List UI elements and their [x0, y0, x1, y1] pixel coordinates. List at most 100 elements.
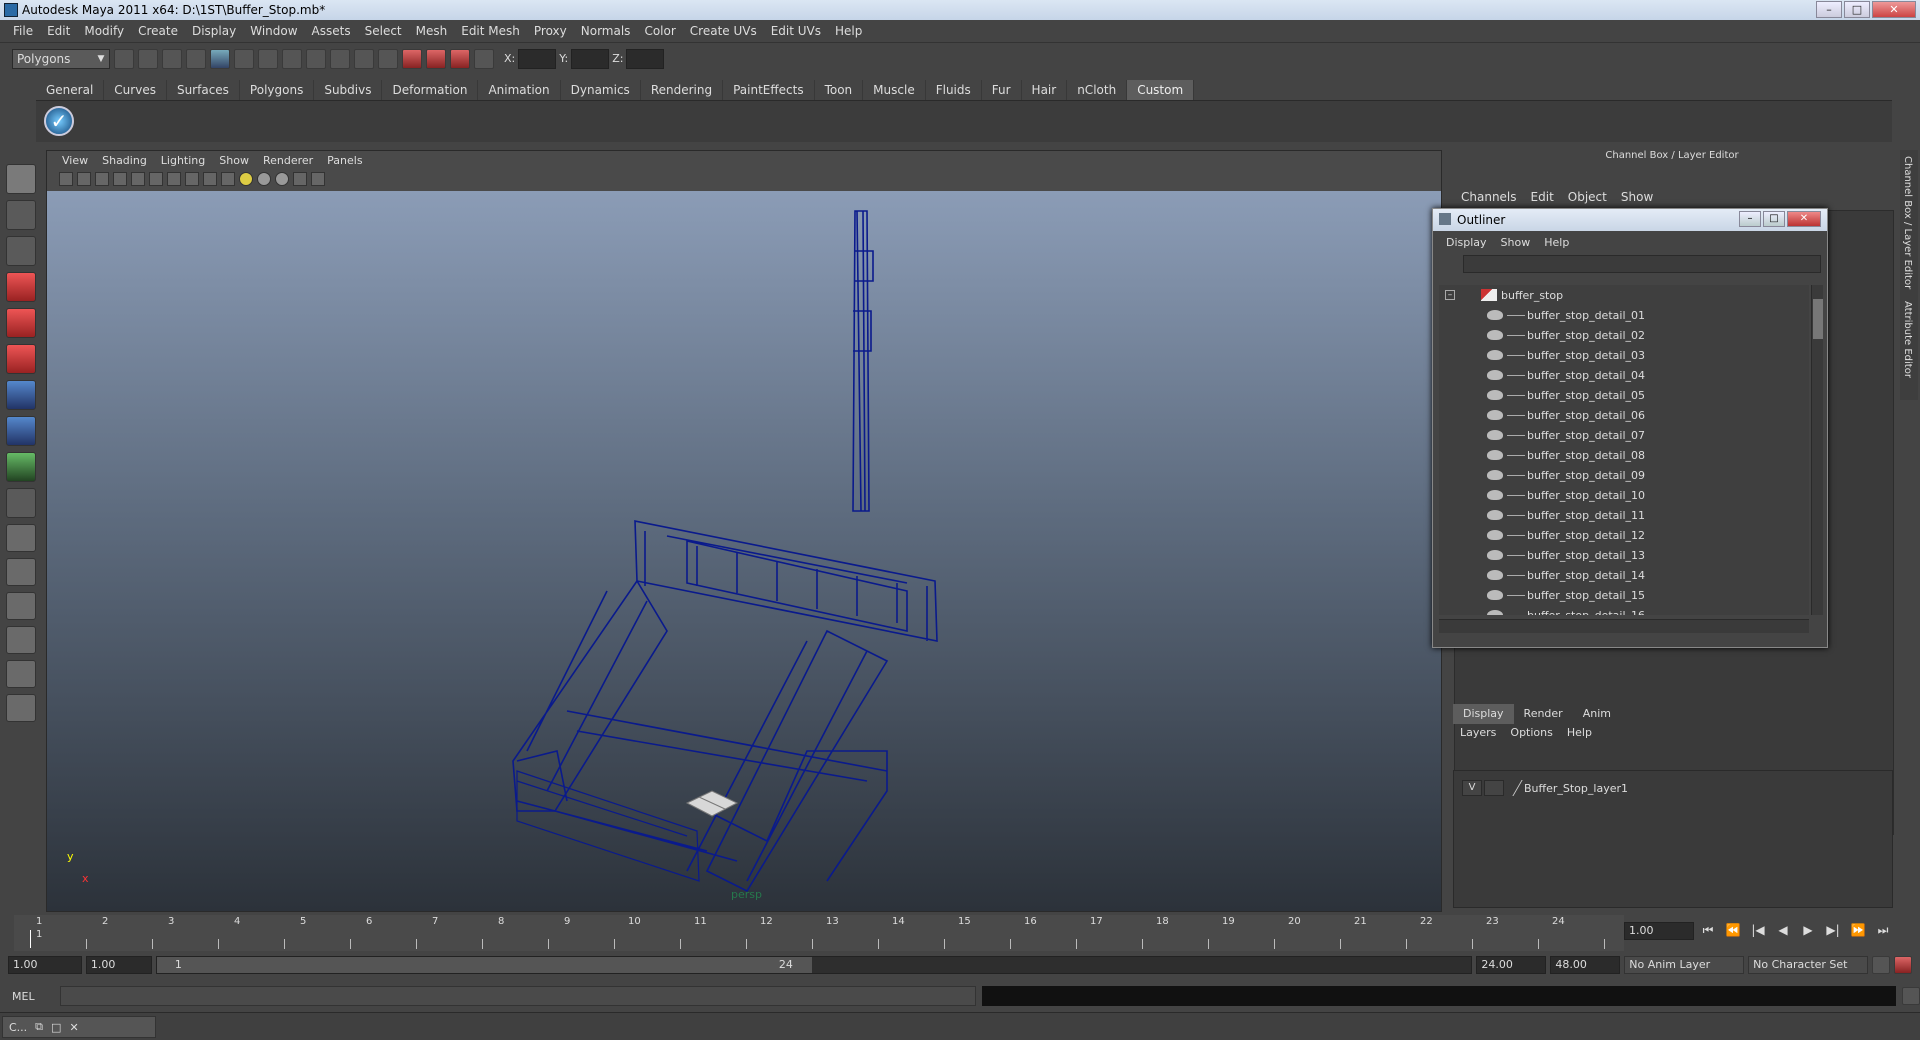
shelf-tab-fluids[interactable]: Fluids: [926, 80, 982, 100]
viewport-menu-show[interactable]: Show: [212, 154, 256, 167]
outliner-item[interactable]: buffer_stop_detail_03: [1439, 345, 1809, 365]
shelf-tab-rendering[interactable]: Rendering: [641, 80, 724, 100]
viewport-menu-lighting[interactable]: Lighting: [154, 154, 212, 167]
layer-menu-layers[interactable]: Layers: [1453, 726, 1503, 739]
shelf-tab-dynamics[interactable]: Dynamics: [561, 80, 641, 100]
lights-icon[interactable]: [239, 172, 253, 186]
menu-mesh[interactable]: Mesh: [409, 24, 455, 38]
hypershade-layout-icon[interactable]: [6, 660, 36, 688]
wireframe-icon[interactable]: [185, 172, 199, 186]
snap-plane-icon[interactable]: [330, 48, 350, 69]
anim-layer-dropdown[interactable]: No Anim Layer: [1624, 956, 1745, 974]
channel-menu-object[interactable]: Object: [1561, 190, 1614, 204]
character-set-dropdown[interactable]: No Character Set: [1748, 956, 1869, 974]
menu-color[interactable]: Color: [637, 24, 682, 38]
step-forward-key-icon[interactable]: ⏩: [1850, 922, 1866, 938]
shelf-tab-custom[interactable]: Custom: [1127, 80, 1195, 100]
outliner-item[interactable]: buffer_stop_detail_05: [1439, 385, 1809, 405]
outliner-item[interactable]: buffer_stop_detail_15: [1439, 585, 1809, 605]
maximize-button[interactable]: □: [1844, 1, 1870, 18]
outliner-menu-show[interactable]: Show: [1494, 236, 1538, 249]
menu-create-uvs[interactable]: Create UVs: [683, 24, 764, 38]
scroll-thumb[interactable]: [1813, 299, 1823, 339]
layer-tab-display[interactable]: Display: [1453, 704, 1514, 724]
viewport-menu-panels[interactable]: Panels: [320, 154, 369, 167]
checkmark-icon[interactable]: ✓: [44, 106, 74, 136]
render-icon[interactable]: [402, 48, 422, 69]
close-button[interactable]: ✕: [1872, 1, 1916, 18]
resolution-gate-icon[interactable]: [167, 172, 181, 186]
film-gate-icon[interactable]: [149, 172, 163, 186]
outliner-item[interactable]: buffer_stop_detail_01: [1439, 305, 1809, 325]
menu-create[interactable]: Create: [131, 24, 185, 38]
outliner-root-item[interactable]: – buffer_stop: [1439, 285, 1809, 305]
current-frame-field[interactable]: 1.00: [1624, 922, 1694, 940]
new-scene-icon[interactable]: [114, 48, 134, 69]
viewport-menu-renderer[interactable]: Renderer: [256, 154, 320, 167]
shelf-tab-general[interactable]: General: [36, 80, 105, 100]
move-tool-icon[interactable]: [6, 272, 36, 302]
outliner-minimize-button[interactable]: –: [1739, 211, 1761, 227]
menu-proxy[interactable]: Proxy: [527, 24, 574, 38]
smooth-shade-icon[interactable]: [203, 172, 217, 186]
bookmark-icon[interactable]: [95, 172, 109, 186]
make-live-icon[interactable]: [354, 48, 374, 69]
outliner-horizontal-scrollbar[interactable]: [1439, 619, 1809, 633]
shelf-tab-painteffects[interactable]: PaintEffects: [723, 80, 815, 100]
shelf-tab-polygons[interactable]: Polygons: [240, 80, 315, 100]
outliner-menu-display[interactable]: Display: [1439, 236, 1494, 249]
select-hierarchy-icon[interactable]: [186, 48, 206, 69]
layer-menu-help[interactable]: Help: [1560, 726, 1599, 739]
animation-end-field[interactable]: 48.00: [1550, 956, 1621, 974]
input-line-icon[interactable]: [474, 48, 494, 69]
go-to-start-icon[interactable]: ⏮: [1700, 922, 1716, 938]
high-quality-icon[interactable]: [275, 172, 289, 186]
command-language-label[interactable]: MEL: [12, 990, 54, 1003]
outliner-titlebar[interactable]: Outliner – □ ✕: [1433, 209, 1827, 231]
channel-menu-channels[interactable]: Channels: [1454, 190, 1524, 204]
outliner-menu-help[interactable]: Help: [1537, 236, 1576, 249]
graph-persp-layout-icon[interactable]: [6, 626, 36, 654]
layer-row[interactable]: V Buffer_Stop_layer1: [1462, 779, 1884, 797]
textured-icon[interactable]: [221, 172, 235, 186]
animation-prefs-icon[interactable]: [1894, 956, 1913, 974]
paint-select-tool-icon[interactable]: [6, 236, 36, 266]
minimize-button[interactable]: –: [1816, 1, 1842, 18]
menu-help[interactable]: Help: [828, 24, 869, 38]
show-manipulator-icon[interactable]: [6, 452, 36, 482]
menu-window[interactable]: Window: [243, 24, 304, 38]
snap-point-icon[interactable]: [306, 48, 326, 69]
key-icon[interactable]: [1872, 956, 1891, 974]
layer-tab-anim[interactable]: Anim: [1573, 704, 1621, 724]
snap-curve-icon[interactable]: [282, 48, 302, 69]
channel-menu-show[interactable]: Show: [1614, 190, 1660, 204]
shelf-tab-toon[interactable]: Toon: [815, 80, 864, 100]
menu-set-dropdown[interactable]: Polygons ▼: [12, 48, 110, 69]
side-tab-channel-box[interactable]: Channel Box / Layer Editor: [1900, 150, 1915, 295]
save-scene-icon[interactable]: [162, 48, 182, 69]
select-object-icon[interactable]: [210, 48, 230, 69]
ipr-render-icon[interactable]: [426, 48, 446, 69]
layer-visibility-toggle[interactable]: V: [1462, 780, 1482, 796]
outliner-maximize-button[interactable]: □: [1763, 211, 1785, 227]
collapse-icon[interactable]: –: [1445, 290, 1455, 300]
restore-icon[interactable]: ⧉: [35, 1020, 43, 1034]
camera-icon[interactable]: [59, 172, 73, 186]
channel-menu-edit[interactable]: Edit: [1524, 190, 1561, 204]
select-component-icon[interactable]: [234, 48, 254, 69]
playback-end-field[interactable]: 24.00: [1476, 956, 1547, 974]
layer-name[interactable]: Buffer_Stop_layer1: [1524, 782, 1628, 795]
outliner-item[interactable]: buffer_stop_detail_04: [1439, 365, 1809, 385]
rotate-tool-icon[interactable]: [6, 308, 36, 338]
outliner-item[interactable]: buffer_stop_detail_06: [1439, 405, 1809, 425]
shelf-tab-deformation[interactable]: Deformation: [382, 80, 479, 100]
outliner-item[interactable]: buffer_stop_detail_14: [1439, 565, 1809, 585]
menu-assets[interactable]: Assets: [305, 24, 358, 38]
single-pane-layout-icon[interactable]: [6, 524, 36, 552]
shelf-tab-surfaces[interactable]: Surfaces: [167, 80, 240, 100]
z-field[interactable]: [626, 48, 665, 69]
outliner-item[interactable]: buffer_stop_detail_10: [1439, 485, 1809, 505]
menu-normals[interactable]: Normals: [574, 24, 638, 38]
step-back-key-icon[interactable]: ⏪: [1725, 922, 1741, 938]
minimized-window-item[interactable]: C... ⧉ □ ✕: [2, 1016, 156, 1038]
